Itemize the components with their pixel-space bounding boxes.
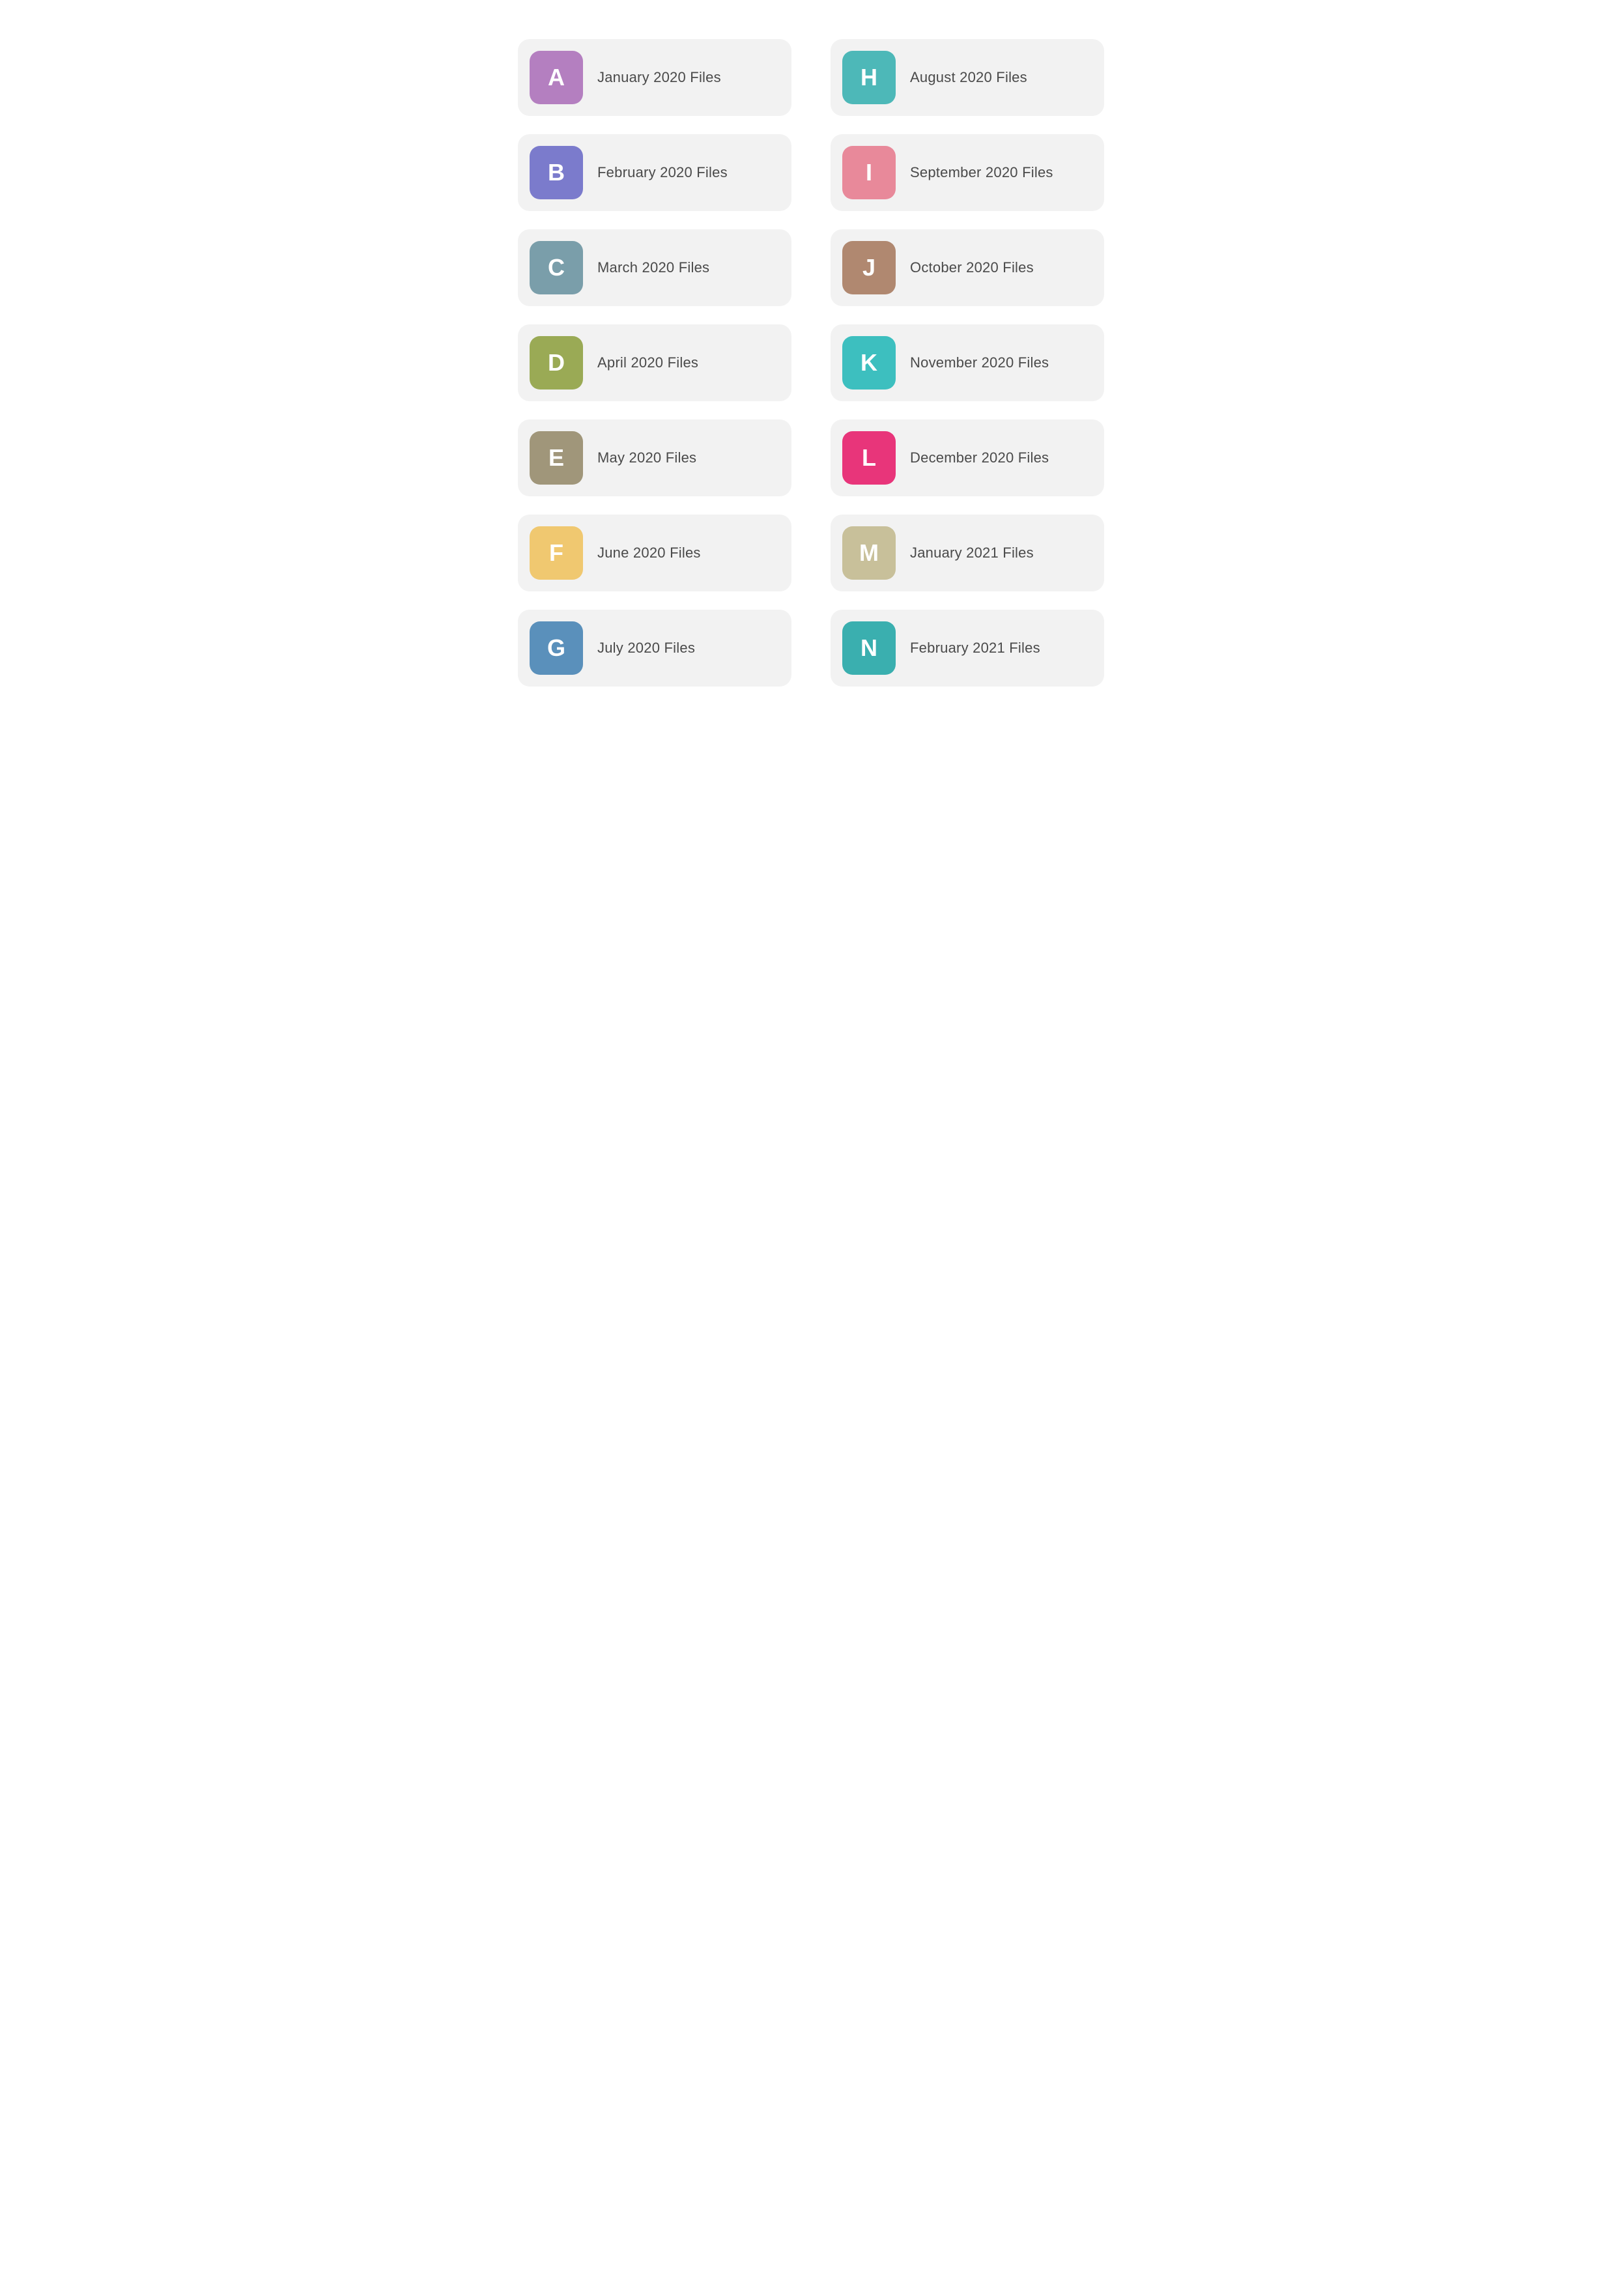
item-label-m: January 2021 Files [910,545,1034,561]
avatar-j: J [842,241,896,294]
list-item-k[interactable]: K November 2020 Files [831,324,1104,401]
item-label-d: April 2020 Files [597,354,698,371]
avatar-m: M [842,526,896,580]
avatar-c: C [530,241,583,294]
item-label-l: December 2020 Files [910,449,1049,466]
item-label-k: November 2020 Files [910,354,1049,371]
item-label-b: February 2020 Files [597,164,728,181]
list-item-m[interactable]: M January 2021 Files [831,515,1104,591]
list-item-n[interactable]: N February 2021 Files [831,610,1104,687]
list-item-d[interactable]: D April 2020 Files [518,324,791,401]
list-item-h[interactable]: H August 2020 Files [831,39,1104,116]
item-label-h: August 2020 Files [910,69,1027,86]
avatar-k: K [842,336,896,390]
item-label-n: February 2021 Files [910,640,1040,657]
avatar-h: H [842,51,896,104]
list-item-g[interactable]: G July 2020 Files [518,610,791,687]
avatar-n: N [842,621,896,675]
item-label-i: September 2020 Files [910,164,1053,181]
item-label-f: June 2020 Files [597,545,701,561]
avatar-f: F [530,526,583,580]
list-item-c[interactable]: C March 2020 Files [518,229,791,306]
avatar-b: B [530,146,583,199]
list-item-b[interactable]: B February 2020 Files [518,134,791,211]
item-label-c: March 2020 Files [597,259,709,276]
avatar-i: I [842,146,896,199]
avatar-d: D [530,336,583,390]
item-label-a: January 2020 Files [597,69,721,86]
item-label-e: May 2020 Files [597,449,696,466]
file-grid: A January 2020 Files H August 2020 Files B Fe… [518,39,1104,687]
list-item-e[interactable]: E May 2020 Files [518,419,791,496]
avatar-l: L [842,431,896,485]
item-label-j: October 2020 Files [910,259,1034,276]
avatar-e: E [530,431,583,485]
list-item-f[interactable]: F June 2020 Files [518,515,791,591]
list-item-i[interactable]: I September 2020 Files [831,134,1104,211]
list-item-l[interactable]: L December 2020 Files [831,419,1104,496]
item-label-g: July 2020 Files [597,640,695,657]
avatar-g: G [530,621,583,675]
list-item-a[interactable]: A January 2020 Files [518,39,791,116]
list-item-j[interactable]: J October 2020 Files [831,229,1104,306]
avatar-a: A [530,51,583,104]
